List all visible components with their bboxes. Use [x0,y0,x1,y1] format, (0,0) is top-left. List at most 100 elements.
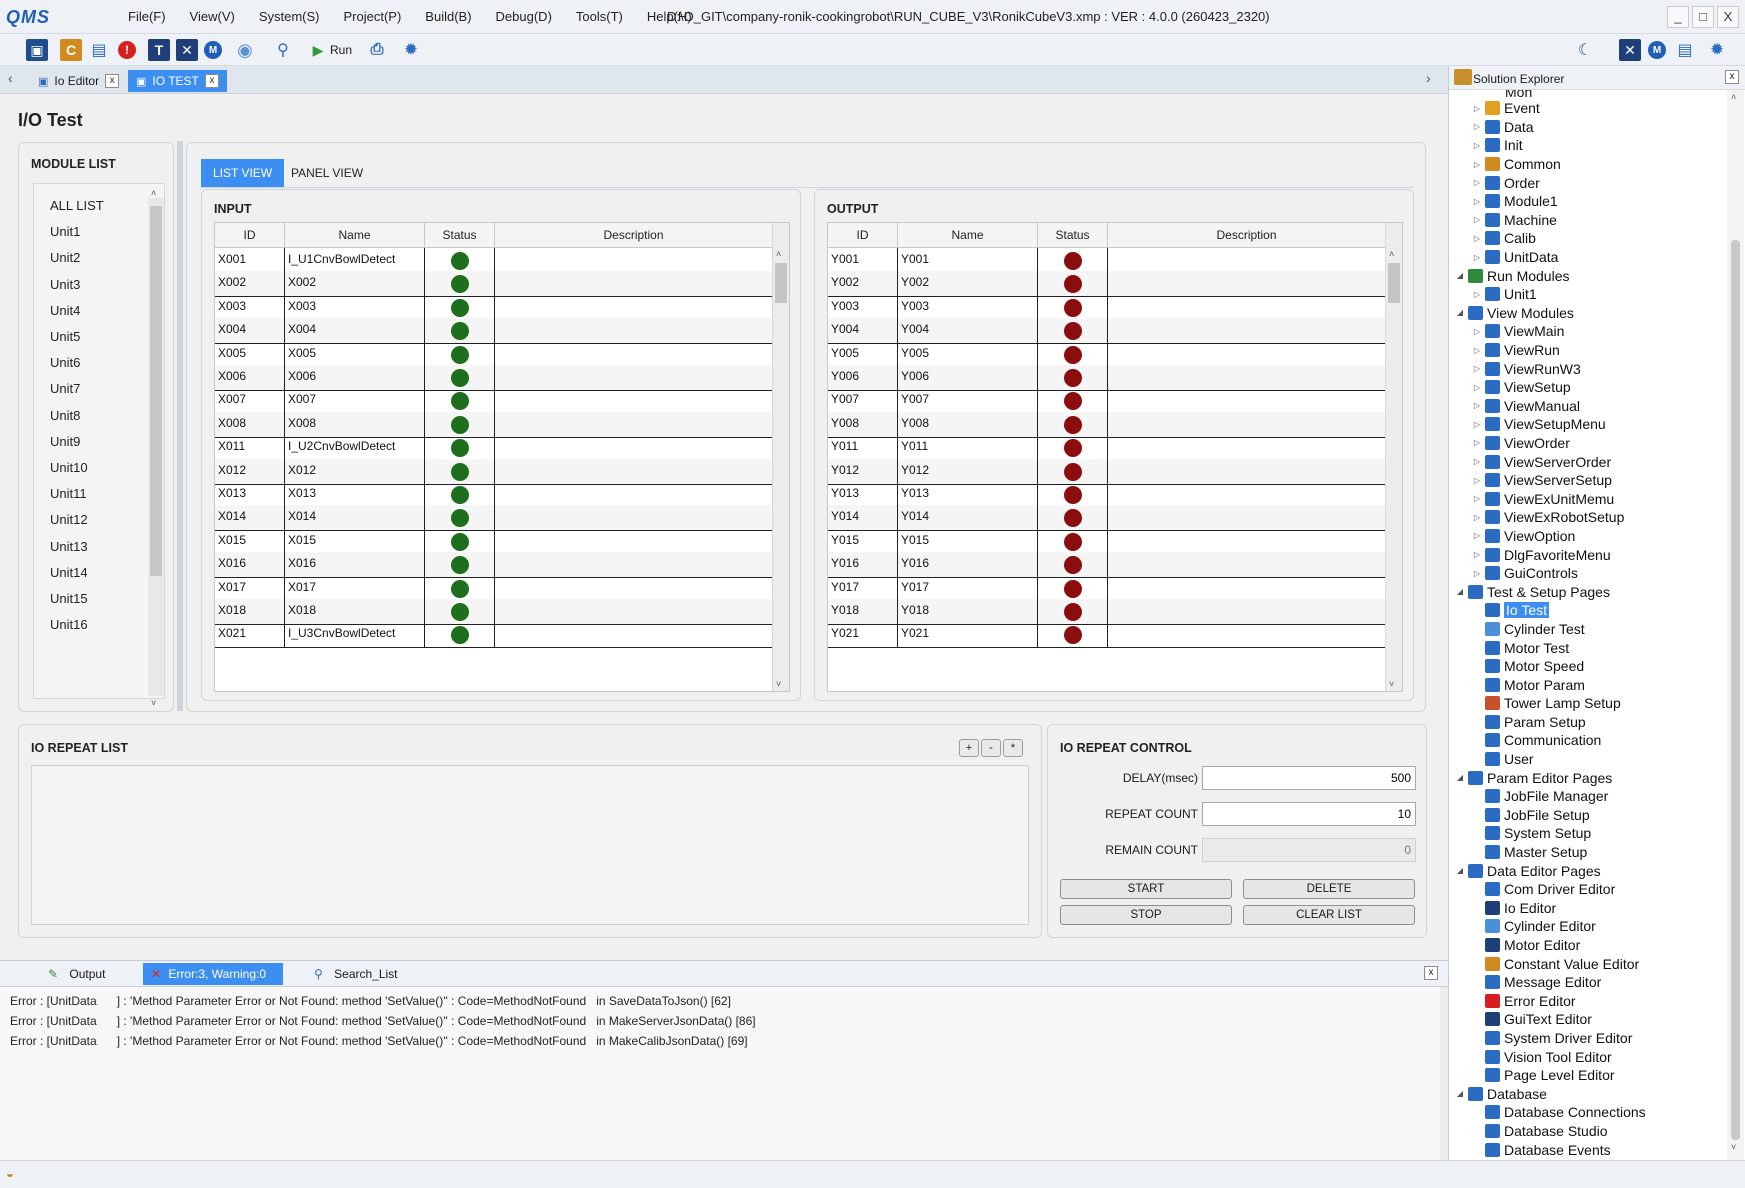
build-icon[interactable]: ⎙ [366,39,388,61]
expand-icon[interactable]: ◢ [1455,308,1465,317]
tab-scroll-right-icon[interactable]: › [1426,70,1431,86]
status-led-icon[interactable] [451,369,469,387]
expand-icon[interactable]: ▷ [1472,494,1482,503]
tree-node[interactable]: ▷ ViewManual [1449,397,1727,416]
tree-node[interactable]: ▷ Module1 [1449,192,1727,211]
tree-node[interactable]: ▷ ViewOption [1449,527,1727,546]
tree-node[interactable]: ▷ Unit1 [1449,285,1727,304]
table-row[interactable]: X008 X008 [215,411,773,438]
status-led-icon[interactable] [1064,392,1082,411]
module-list-scrollbar[interactable]: ˄ ˅ [148,188,164,708]
module-list-item[interactable]: Unit11 [50,486,87,501]
scroll-down-icon[interactable]: ˅ [1389,679,1394,689]
menu-view[interactable]: View(V) [178,9,247,24]
column-description[interactable]: Description [1108,223,1386,247]
status-led-icon[interactable] [1064,322,1082,341]
run-icon[interactable]: ▶ [307,39,329,61]
table-row[interactable]: Y007 Y007 [828,388,1386,415]
menu-project[interactable]: Project(P) [332,9,414,24]
menu-build[interactable]: Build(B) [413,9,483,24]
expand-icon[interactable]: ▷ [1472,550,1482,559]
settings-icon[interactable]: ✹ [400,39,422,61]
module-list-item[interactable]: Unit12 [50,512,88,527]
expand-icon[interactable]: ▷ [1472,383,1482,392]
tree-node[interactable]: Motor Test [1449,638,1727,657]
tree-node[interactable]: Motor Param [1449,675,1727,694]
column-name[interactable]: Name [898,223,1038,247]
status-led-icon[interactable] [1064,486,1082,504]
table-row[interactable]: X003 X003 [215,294,773,321]
module-list-item[interactable]: Unit14 [50,565,88,580]
menu-file[interactable]: File(F) [116,9,178,24]
status-led-icon[interactable] [1064,298,1082,317]
table-row[interactable]: X006 X006 [215,365,773,391]
tree-node[interactable]: ▷ Calib [1449,229,1727,248]
solution-tree-scrollbar[interactable]: ˄ ˅ [1727,90,1744,1160]
status-led-icon[interactable] [1064,462,1082,481]
status-led-icon[interactable] [1064,603,1082,621]
tree-node[interactable]: ◢ Run Modules [1449,266,1727,285]
delete-button[interactable]: DELETE [1243,879,1415,899]
status-led-icon[interactable] [1064,556,1082,575]
table-row[interactable]: X007 X007 [215,388,773,415]
scroll-down-icon[interactable]: ˅ [776,679,781,689]
status-led-icon[interactable] [451,252,469,270]
tree-node[interactable]: ◢ Data Editor Pages [1449,861,1727,880]
stop-button[interactable]: STOP [1060,905,1232,925]
status-led-icon[interactable] [451,275,469,294]
tab-scroll-left-icon[interactable]: ‹ [8,70,13,86]
io-editor-icon[interactable]: ✕ [1619,39,1641,61]
status-led-icon[interactable] [1064,532,1082,551]
tree-node[interactable]: ▷ Init [1449,136,1727,155]
tree-node[interactable]: Param Setup [1449,713,1727,732]
tree-node[interactable]: JobFile Manager [1449,787,1727,806]
tree-node[interactable]: ◢ Database [1449,1084,1727,1103]
tree-node[interactable]: Master Setup [1449,843,1727,862]
status-led-icon[interactable] [1064,275,1082,294]
column-id[interactable]: ID [215,223,285,247]
tab-panel-view[interactable]: PANEL VIEW [279,159,375,187]
expand-icon[interactable]: ▷ [1472,197,1482,206]
scroll-up-icon[interactable]: ˄ [776,249,781,259]
table-row[interactable]: X004 X004 [215,318,773,345]
tree-node[interactable]: Error Editor [1449,992,1727,1011]
database-icon[interactable]: ◉ [234,39,256,61]
table-row[interactable]: Y015 Y015 [828,528,1386,555]
error-line[interactable]: Error : [UnitData ] : 'Method Parameter … [10,1034,748,1048]
table-row[interactable]: Y004 Y004 [828,318,1386,345]
tree-node[interactable]: Message Editor [1449,973,1727,992]
tree-node[interactable]: ▷ ViewExUnitMemu [1449,489,1727,508]
remove-button[interactable]: - [981,739,1001,757]
expand-icon[interactable]: ▷ [1472,160,1482,169]
table-row[interactable]: Y006 Y006 [828,365,1386,391]
splitter[interactable] [177,141,183,711]
menu-system[interactable]: System(S) [247,9,332,24]
column-name[interactable]: Name [285,223,425,247]
run-label[interactable]: Run [330,43,352,57]
close-window-button[interactable]: X [1717,6,1739,28]
input-grid-scrollbar[interactable]: ˄ ˅ [772,223,789,691]
table-row[interactable]: Y011 Y011 [828,435,1386,462]
tree-node[interactable]: Database Studio [1449,1122,1727,1141]
module-list-item[interactable]: Unit1 [50,224,80,239]
status-led-icon[interactable] [451,603,469,621]
table-row[interactable]: Y017 Y017 [828,575,1386,602]
module-list-item[interactable]: ALL LIST [50,198,104,213]
column-status[interactable]: Status [1038,223,1108,247]
expand-icon[interactable]: ◢ [1455,271,1465,280]
moon-icon[interactable]: ☾ [1574,39,1596,61]
tree-node[interactable]: ◢ Test & Setup Pages [1449,582,1727,601]
status-led-icon[interactable] [1064,439,1082,458]
status-led-icon[interactable] [451,462,469,481]
expand-icon[interactable]: ▷ [1472,364,1482,373]
status-led-icon[interactable] [1064,579,1082,598]
tree-node[interactable]: Cylinder Test [1449,620,1727,639]
tree-node[interactable]: ◢ Param Editor Pages [1449,768,1727,787]
menu-tools[interactable]: Tools(T) [564,9,635,24]
tree-node[interactable]: User [1449,750,1727,769]
tree-node[interactable]: ▷ ViewRunW3 [1449,359,1727,378]
tree-node[interactable]: Tower Lamp Setup [1449,694,1727,713]
tree-node[interactable]: Database Events [1449,1140,1727,1159]
motor-icon[interactable]: M [204,41,222,59]
tree-node[interactable]: Com Driver Editor [1449,880,1727,899]
